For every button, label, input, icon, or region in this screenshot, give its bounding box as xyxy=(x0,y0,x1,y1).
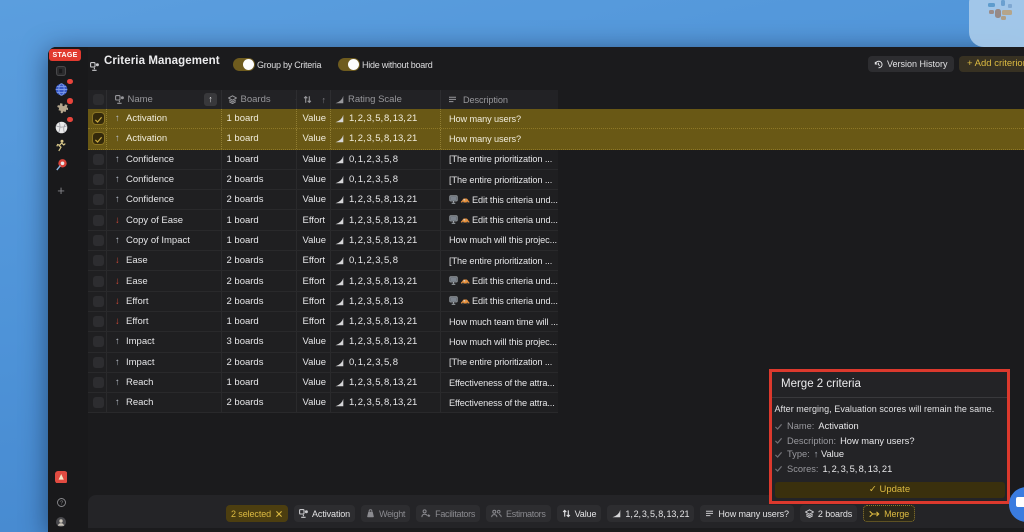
svg-text:?: ? xyxy=(59,501,62,507)
